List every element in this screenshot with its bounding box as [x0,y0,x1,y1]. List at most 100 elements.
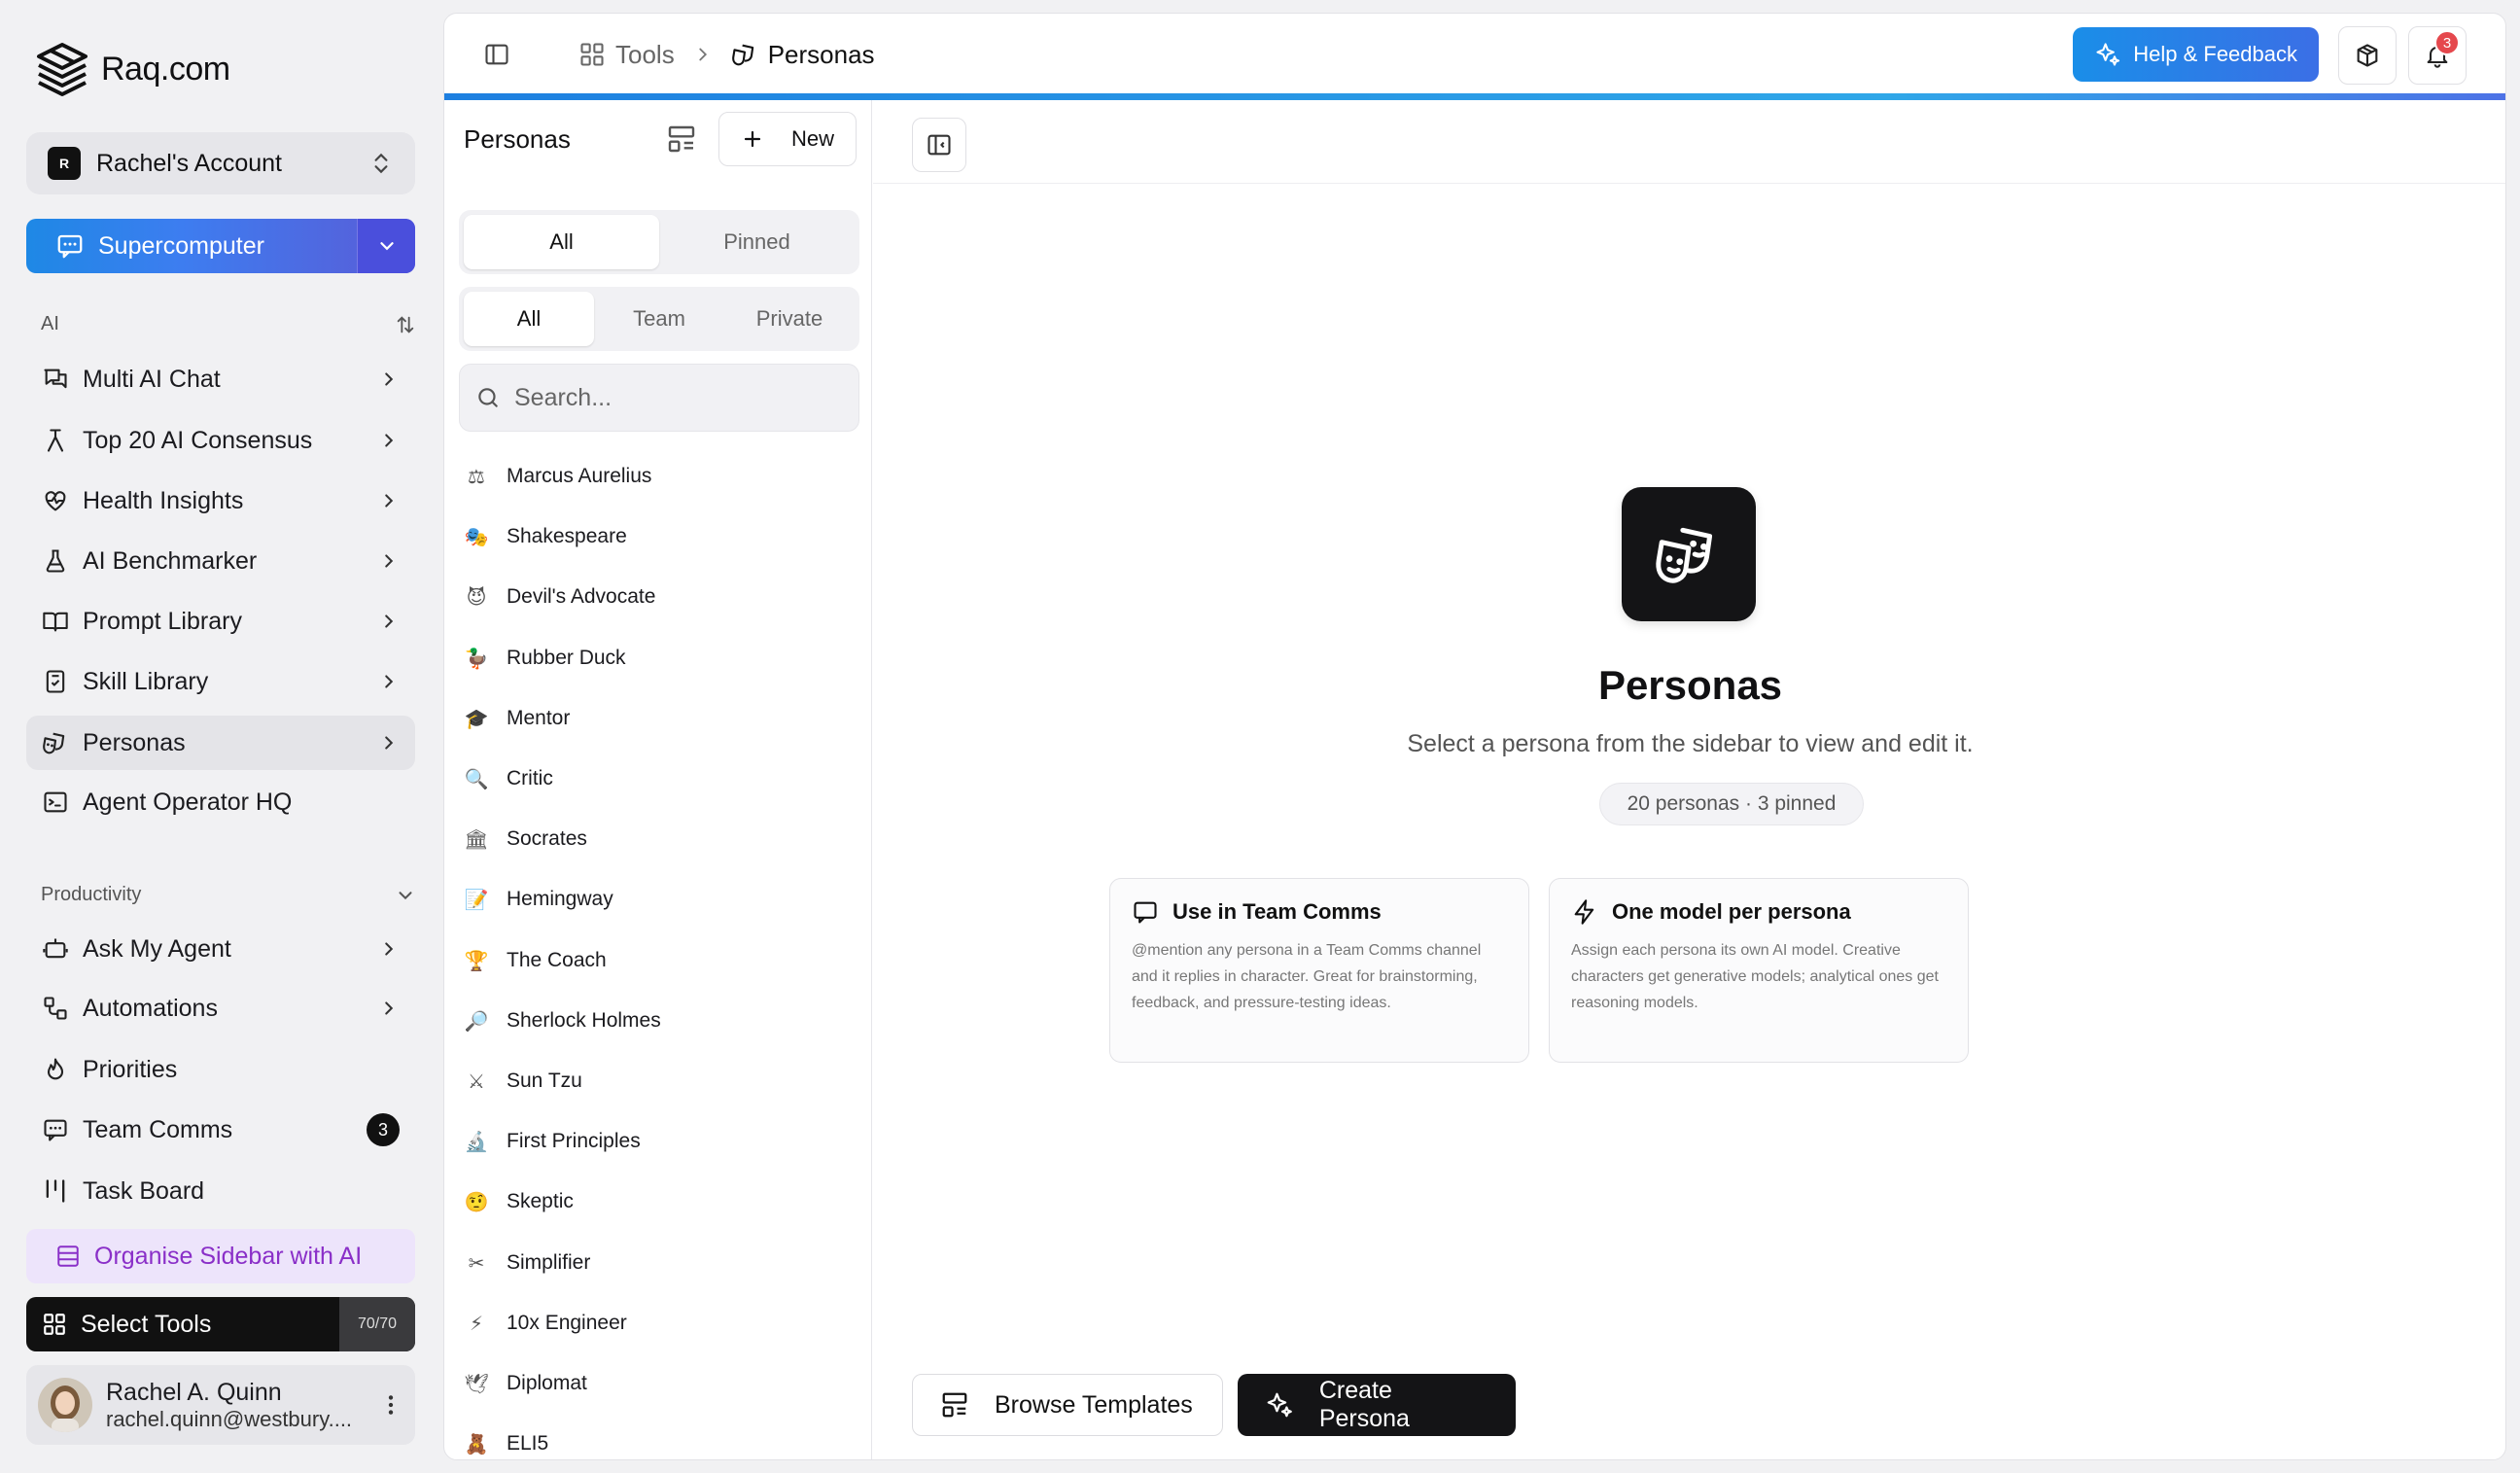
persona-list-item[interactable]: ✂ Simplifier [464,1236,857,1290]
persona-list-item[interactable]: 🦆 Rubber Duck [464,631,857,685]
card-body: @mention any persona in a Team Comms cha… [1132,942,1482,1011]
select-tools-label: Select Tools [81,1310,212,1338]
more-vertical-icon[interactable] [378,1392,403,1418]
workflow-icon [42,995,69,1022]
section-productivity[interactable]: Productivity [41,884,416,906]
sidebar-item-team-comms[interactable]: Team Comms 3 [26,1103,415,1157]
sidebar-item-priorities[interactable]: Priorities [26,1042,415,1097]
persona-emoji-icon: ⚖ [468,465,485,488]
section-ai: AI [41,313,416,335]
list-header: Personas New [464,112,857,166]
chevrons-up-down-icon [368,151,394,176]
persona-emoji-icon: 🎭 [464,525,489,549]
filter-all[interactable]: All [464,215,659,269]
help-feedback-button[interactable]: Help & Feedback [2073,27,2319,82]
user-profile[interactable]: Rachel A. Quinn rachel.quinn@westbury...… [26,1365,415,1445]
sidebar-item-prompt-library[interactable]: Prompt Library [26,594,415,649]
supercomputer-button[interactable]: Supercomputer [26,219,415,273]
account-switcher[interactable]: R Rachel's Account [26,132,415,194]
sidebar-item-agent-operator-hq[interactable]: Agent Operator HQ [26,775,415,829]
persona-name: The Coach [507,948,607,971]
persona-list-item[interactable]: 📝 Hemingway [464,872,857,927]
persona-name: Marcus Aurelius [507,465,652,487]
flask-icon [42,547,69,575]
persona-stats-badge: 20 personas · 3 pinned [1599,783,1864,825]
persona-list-item[interactable]: 🔎 Sherlock Holmes [464,994,857,1048]
persona-name: Sun Tzu [507,1070,582,1092]
sidebar-item-label: Multi AI Chat [83,365,221,393]
sidebar-item-top-20-ai-consensus[interactable]: Top 20 AI Consensus [26,413,415,468]
sidebar-item-label: Prompt Library [83,607,242,635]
sidebar-item-ask-my-agent[interactable]: Ask My Agent [26,922,415,976]
sidebar-item-label: AI Benchmarker [83,546,258,575]
sidebar-item-label: Task Board [83,1176,205,1205]
persona-list-item[interactable]: 🤨 Skeptic [464,1175,857,1229]
supercomputer-main[interactable]: Supercomputer [26,219,357,273]
browse-templates-button[interactable]: Browse Templates [912,1374,1223,1436]
sidebar-item-automations[interactable]: Automations [26,981,415,1035]
sidebar-toggle-icon[interactable] [483,41,510,68]
create-persona-button[interactable]: Create Persona [1238,1374,1516,1436]
sidebar-item-skill-library[interactable]: Skill Library [26,654,415,709]
scope-team[interactable]: Team [594,292,724,346]
list-title: Personas [464,123,571,154]
select-tools-button[interactable]: Select Tools 70/70 [26,1297,415,1351]
sidebar-item-label: Automations [83,994,218,1022]
sidebar-item-multi-ai-chat[interactable]: Multi AI Chat [26,352,415,406]
persona-list-item[interactable]: 🏆 The Coach [464,933,857,988]
grid-icon [42,1312,67,1337]
search-input[interactable] [514,383,835,412]
brand-logo[interactable]: Raq.com [35,41,230,97]
filter-pinned[interactable]: Pinned [659,215,855,269]
persona-name: ELI5 [507,1432,549,1455]
persona-list-item[interactable]: 🔍 Critic [464,752,857,806]
persona-list-item[interactable]: 🎭 Shakespeare [464,509,857,564]
sidebar-item-label: Health Insights [83,486,244,514]
persona-list-item[interactable]: 🏛 Socrates [464,812,857,866]
sidebar-item-label: Skill Library [83,667,209,695]
layout-toggle-icon[interactable] [666,123,697,155]
terminal-icon [42,789,69,816]
persona-name: Diplomat [507,1372,587,1394]
organise-label: Organise Sidebar with AI [94,1242,363,1270]
persona-name: 10x Engineer [507,1311,627,1334]
sidebar-item-task-board[interactable]: Task Board [26,1164,415,1218]
plus-icon [741,127,764,151]
chevron-right-icon [378,368,400,390]
persona-emoji-icon: 🏛 [464,827,489,852]
persona-emoji-icon: 🔍 [464,767,489,790]
persona-list-item[interactable]: 🕊 Diplomat [464,1356,857,1411]
persona-list-item[interactable]: ⚡ 10x Engineer [464,1296,857,1350]
persona-name: Critic [507,767,553,789]
persona-list-item[interactable]: 🎓 Mentor [464,691,857,746]
supercomputer-dropdown[interactable] [357,219,415,273]
notifications-button[interactable]: 3 [2408,26,2467,85]
persona-list-item[interactable]: 😈 Devil's Advocate [464,570,857,624]
sidebar-item-health-insights[interactable]: Health Insights [26,473,415,528]
stack-logo-icon [35,41,89,97]
persona-name: Rubber Duck [507,646,626,669]
persona-list-item[interactable]: ⚖ Marcus Aurelius [464,449,857,504]
persona-list-item[interactable]: 🔬 First Principles [464,1114,857,1169]
message-square-icon [55,231,85,261]
persona-emoji-icon: ✂ [468,1250,485,1275]
sidebar-item-personas[interactable]: Personas [26,716,415,770]
section-ai-label: AI [41,313,59,334]
sparkles-icon [1265,1390,1294,1420]
lightning-icon [1571,898,1598,926]
scope-all[interactable]: All [464,292,594,346]
scope-private[interactable]: Private [724,292,855,346]
sort-icon[interactable] [395,314,416,335]
persona-list-item[interactable]: ⚔ Sun Tzu [464,1054,857,1108]
cube-button[interactable] [2338,26,2397,85]
persona-list-item[interactable]: 🧸 ELI5 [464,1417,857,1459]
chevron-right-icon [692,44,714,65]
sidebar-item-ai-benchmarker[interactable]: AI Benchmarker [26,534,415,588]
new-persona-button[interactable]: New [718,112,857,166]
organise-sidebar-button[interactable]: Organise Sidebar with AI [26,1229,415,1283]
brand-name: Raq.com [101,50,230,88]
card-body: Assign each persona its own AI model. Cr… [1571,942,1939,1011]
page-subtitle: Select a persona from the sidebar to vie… [1407,730,1974,757]
collapse-list-button[interactable] [912,118,966,172]
breadcrumb-tools[interactable]: Tools [615,40,675,70]
